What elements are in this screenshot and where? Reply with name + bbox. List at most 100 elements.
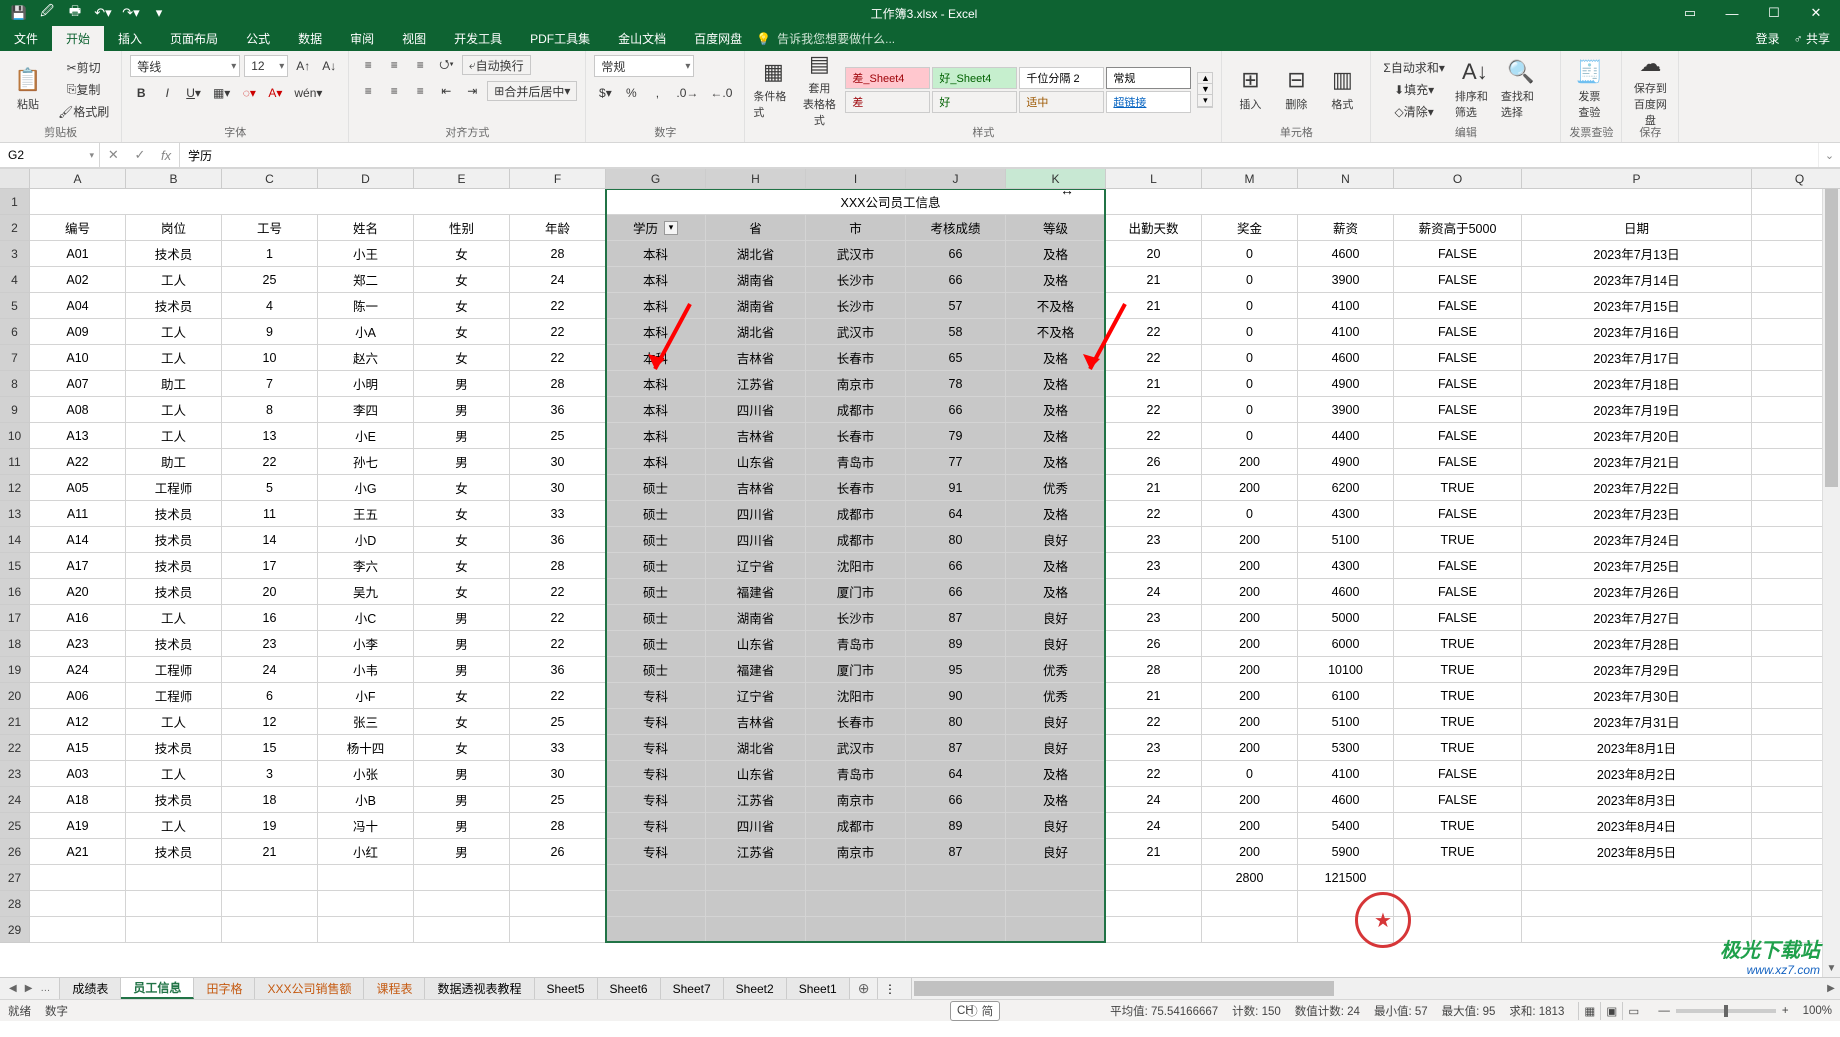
cell[interactable]: 长沙市 — [806, 267, 906, 293]
cell[interactable]: 22 — [1106, 319, 1202, 345]
cell[interactable]: 200 — [1202, 605, 1298, 631]
cell[interactable]: 30 — [510, 761, 606, 787]
cell[interactable]: FALSE — [1394, 787, 1522, 813]
cell[interactable]: 技术员 — [126, 293, 222, 319]
sheet-tab-8[interactable]: Sheet7 — [661, 978, 724, 999]
cell[interactable]: 硕士 — [606, 579, 706, 605]
cell[interactable]: 技术员 — [126, 553, 222, 579]
cell[interactable]: 女 — [414, 579, 510, 605]
cell[interactable]: 22 — [510, 579, 606, 605]
autosum-button[interactable]: Σ 自动求和▾ — [1379, 58, 1448, 78]
cell[interactable]: 5400 — [1298, 813, 1394, 839]
indent-decrease-icon[interactable]: ⇤ — [435, 81, 457, 101]
col-header-P[interactable]: P — [1522, 169, 1752, 189]
cell[interactable]: 25 — [510, 423, 606, 449]
col-header-N[interactable]: N — [1298, 169, 1394, 189]
cell[interactable]: 66 — [906, 397, 1006, 423]
cell[interactable]: 成都市 — [806, 397, 906, 423]
cell[interactable]: 87 — [906, 839, 1006, 865]
cell[interactable] — [806, 891, 906, 917]
cell[interactable] — [30, 865, 126, 891]
cell[interactable] — [706, 891, 806, 917]
cell[interactable]: 李四 — [318, 397, 414, 423]
find-select-button[interactable]: 🔍查找和选择 — [1501, 57, 1541, 123]
cell[interactable]: 湖北省 — [706, 735, 806, 761]
cell[interactable]: 本科 — [606, 449, 706, 475]
cell[interactable]: 女 — [414, 319, 510, 345]
cell[interactable] — [222, 917, 318, 943]
cell[interactable]: 1 — [222, 241, 318, 267]
cell[interactable]: 专科 — [606, 813, 706, 839]
cell[interactable]: 0 — [1202, 371, 1298, 397]
cell[interactable]: 专科 — [606, 709, 706, 735]
col-header-C[interactable]: C — [222, 169, 318, 189]
cell[interactable]: 王五 — [318, 501, 414, 527]
page-break-icon[interactable]: ▭ — [1622, 1002, 1644, 1020]
cell[interactable]: 58 — [906, 319, 1006, 345]
cell[interactable]: FALSE — [1394, 605, 1522, 631]
zoom-level[interactable]: 100% — [1803, 1005, 1832, 1017]
cell[interactable]: 4300 — [1298, 501, 1394, 527]
cell[interactable]: 山东省 — [706, 761, 806, 787]
cell[interactable]: 28 — [510, 371, 606, 397]
cell[interactable]: 市 — [806, 215, 906, 241]
align-center-icon[interactable]: ≡ — [383, 81, 405, 101]
cell[interactable]: 5000 — [1298, 605, 1394, 631]
cell[interactable] — [1106, 865, 1202, 891]
cell[interactable]: 工程师 — [126, 475, 222, 501]
cell[interactable]: 长春市 — [806, 423, 906, 449]
cell[interactable]: 及格 — [1006, 579, 1106, 605]
cell[interactable]: FALSE — [1394, 761, 1522, 787]
cell[interactable]: 杨十四 — [318, 735, 414, 761]
cell[interactable]: 78 — [906, 371, 1006, 397]
cell[interactable]: 23 — [1106, 553, 1202, 579]
cell[interactable]: 2023年7月13日 — [1522, 241, 1752, 267]
print-preview-icon[interactable]: 🖶 — [62, 1, 88, 25]
col-header-M[interactable]: M — [1202, 169, 1298, 189]
cell[interactable]: 22 — [1106, 709, 1202, 735]
cell[interactable]: 工人 — [126, 267, 222, 293]
cell[interactable]: 89 — [906, 631, 1006, 657]
col-header-G[interactable]: G — [606, 169, 706, 189]
cell[interactable]: 小B — [318, 787, 414, 813]
formula-expand-icon[interactable]: ⌄ — [1818, 143, 1840, 167]
cell[interactable]: 24 — [1106, 813, 1202, 839]
cell[interactable]: 硕士 — [606, 657, 706, 683]
cell[interactable]: 15 — [222, 735, 318, 761]
cell[interactable]: 26 — [1106, 631, 1202, 657]
page-layout-icon[interactable]: ▣ — [1600, 1002, 1622, 1020]
cell[interactable]: FALSE — [1394, 293, 1522, 319]
cell[interactable]: 姓名 — [318, 215, 414, 241]
cell[interactable]: A05 — [30, 475, 126, 501]
cell[interactable] — [1394, 865, 1522, 891]
cell[interactable]: A23 — [30, 631, 126, 657]
cell[interactable] — [1394, 891, 1522, 917]
cell[interactable]: A07 — [30, 371, 126, 397]
wrap-text-button[interactable]: ⤶ 自动换行 — [462, 55, 531, 75]
font-name-combo[interactable]: 等线 — [130, 55, 240, 77]
cell[interactable] — [906, 917, 1006, 943]
sheet-tab-10[interactable]: Sheet1 — [787, 978, 850, 999]
cell[interactable] — [1106, 891, 1202, 917]
row-header-7[interactable]: 7 — [0, 345, 30, 371]
cell[interactable]: 66 — [906, 579, 1006, 605]
row-header-26[interactable]: 26 — [0, 839, 30, 865]
sort-filter-button[interactable]: A↓排序和筛选 — [1455, 57, 1495, 123]
cell[interactable]: 福建省 — [706, 579, 806, 605]
cell[interactable]: 良好 — [1006, 527, 1106, 553]
cell[interactable]: A22 — [30, 449, 126, 475]
cell[interactable]: 助工 — [126, 449, 222, 475]
phonetic-button[interactable]: wén▾ — [290, 83, 326, 103]
cell[interactable] — [30, 917, 126, 943]
cell[interactable]: 0 — [1202, 501, 1298, 527]
cell[interactable]: 冯十 — [318, 813, 414, 839]
cell[interactable]: 成都市 — [806, 813, 906, 839]
cell[interactable]: 吉林省 — [706, 475, 806, 501]
cell[interactable]: 长春市 — [806, 709, 906, 735]
cell[interactable]: 4100 — [1298, 761, 1394, 787]
cell[interactable]: 学历▾ — [606, 215, 706, 241]
align-right-icon[interactable]: ≡ — [409, 81, 431, 101]
row-header-21[interactable]: 21 — [0, 709, 30, 735]
cell[interactable]: A01 — [30, 241, 126, 267]
cell[interactable]: 郑二 — [318, 267, 414, 293]
